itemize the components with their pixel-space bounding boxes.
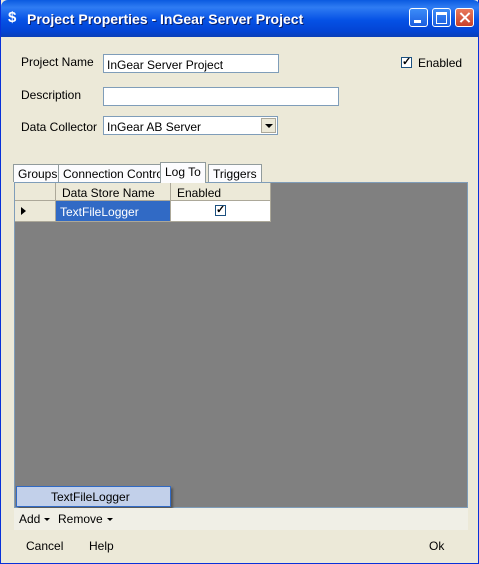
title-bar[interactable]: $ Project Properties - InGear Server Pro… <box>1 0 479 37</box>
add-button[interactable]: Add <box>19 512 51 526</box>
row-enabled-checkbox[interactable]: ✓ <box>215 205 226 216</box>
enabled-checkbox[interactable]: ✓ <box>401 57 412 68</box>
ok-button[interactable]: Ok <box>429 539 444 553</box>
data-collector-value: InGear AB Server <box>107 120 202 134</box>
tab-log-to[interactable]: Log To <box>160 162 206 183</box>
log-to-grid[interactable]: Data Store Name Enabled TextFileLogger ✓ <box>14 182 468 508</box>
data-collector-select[interactable]: InGear AB Server <box>103 116 278 135</box>
remove-dropdown-arrow-icon <box>106 518 113 522</box>
current-row-arrow-icon <box>21 207 26 215</box>
column-header-data-store-name[interactable]: Data Store Name <box>56 183 171 201</box>
project-properties-window: $ Project Properties - InGear Server Pro… <box>0 0 479 564</box>
cancel-button[interactable]: Cancel <box>26 539 63 553</box>
data-store-name-cell[interactable]: TextFileLogger <box>56 201 171 222</box>
row-header-corner <box>15 183 56 201</box>
add-button-label: Add <box>19 512 41 526</box>
tab-connection-control[interactable]: Connection Control <box>58 164 171 182</box>
close-button[interactable] <box>455 8 474 27</box>
project-name-label: Project Name <box>21 55 94 69</box>
app-icon: $ <box>8 9 17 26</box>
enabled-label: Enabled <box>418 56 463 70</box>
column-header-enabled[interactable]: Enabled <box>171 183 271 201</box>
enabled-cell[interactable]: ✓ <box>171 201 271 222</box>
window-title: Project Properties - InGear Server Proje… <box>27 11 304 27</box>
help-button[interactable]: Help <box>89 539 114 553</box>
add-menu-item-textfilelogger[interactable]: TextFileLogger <box>16 486 171 507</box>
remove-button-label: Remove <box>58 512 103 526</box>
remove-button[interactable]: Remove <box>58 512 113 526</box>
grid-toolstrip: Add Remove <box>14 508 468 530</box>
add-dropdown-arrow-icon <box>44 518 51 522</box>
maximize-button[interactable] <box>432 8 451 27</box>
data-collector-label: Data Collector <box>21 120 98 134</box>
row-selector[interactable] <box>15 201 56 222</box>
description-field[interactable] <box>103 87 339 106</box>
chevron-down-icon[interactable] <box>261 118 276 133</box>
project-name-field[interactable]: InGear Server Project <box>103 54 279 73</box>
description-label: Description <box>21 88 82 102</box>
tab-triggers[interactable]: Triggers <box>208 164 262 182</box>
tab-groups[interactable]: Groups <box>13 164 63 182</box>
minimize-button[interactable] <box>409 8 428 27</box>
